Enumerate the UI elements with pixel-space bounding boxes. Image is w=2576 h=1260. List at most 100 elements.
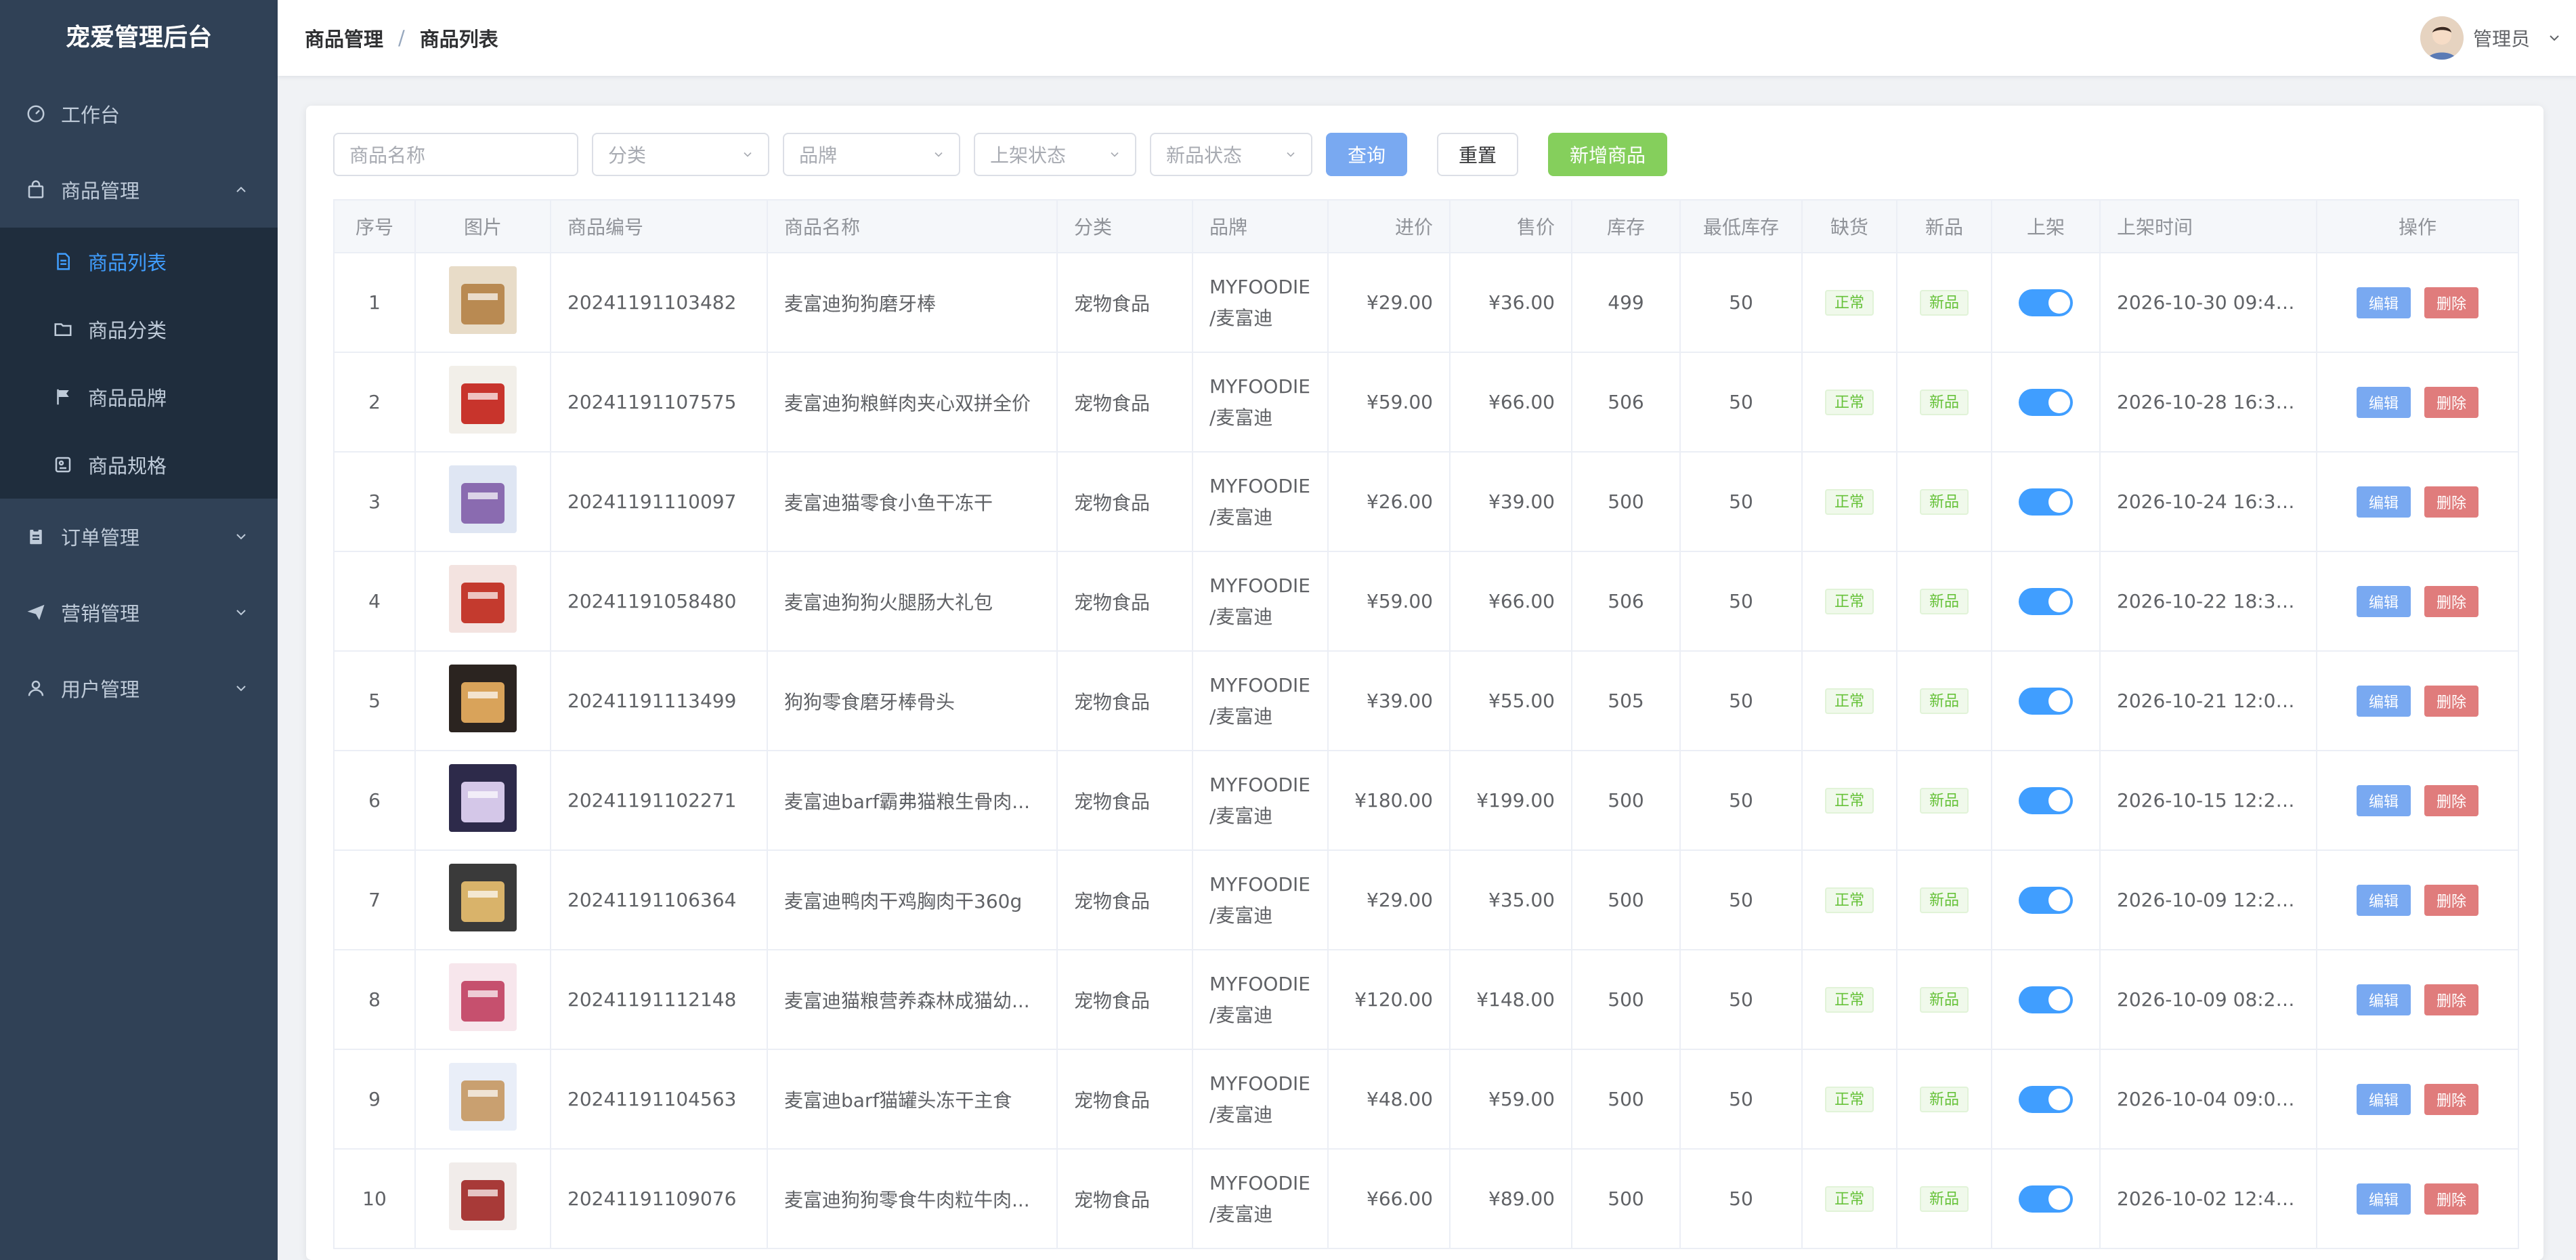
cell-actions: 编辑 删除: [2316, 1049, 2519, 1150]
cell-cost: ¥66.00: [1327, 1148, 1451, 1249]
on-shelf-toggle[interactable]: [2019, 1085, 2073, 1113]
cell-index: 1: [333, 252, 416, 353]
new-badge: 新品: [1919, 688, 1969, 714]
user-name[interactable]: 管理员: [2473, 24, 2530, 51]
chevron-down-icon[interactable]: [2546, 30, 2562, 46]
breadcrumb-item[interactable]: 商品管理: [305, 24, 383, 52]
sidebar-item-dashboard[interactable]: 工作台: [0, 76, 278, 152]
sidebar-item-product-list[interactable]: 商品列表: [0, 228, 278, 295]
edit-button[interactable]: 编辑: [2356, 984, 2411, 1015]
delete-button[interactable]: 删除: [2424, 486, 2479, 518]
product-thumbnail[interactable]: [449, 266, 517, 334]
delete-button[interactable]: 删除: [2424, 984, 2479, 1015]
cell-stock: 506: [1571, 551, 1681, 652]
product-thumbnail[interactable]: [449, 565, 517, 633]
new-badge: 新品: [1919, 1086, 1969, 1112]
sidebar-item-product-category[interactable]: 商品分类: [0, 295, 278, 363]
delete-button[interactable]: 删除: [2424, 1183, 2479, 1215]
sidebar-item-user-management[interactable]: 用户管理: [0, 650, 278, 726]
brand-select[interactable]: 品牌: [783, 133, 960, 176]
cell-image: [414, 750, 551, 851]
delete-button[interactable]: 删除: [2424, 784, 2479, 816]
col-header: 缺货: [1801, 199, 1897, 253]
sidebar-item-product-brand[interactable]: 商品品牌: [0, 363, 278, 431]
edit-button[interactable]: 编辑: [2356, 1083, 2411, 1115]
query-button[interactable]: 查询: [1326, 133, 1407, 176]
user-menu[interactable]: 管理员: [2420, 0, 2562, 76]
col-header: 分类: [1056, 199, 1193, 253]
cell-time: 2026-10-30 09:43:23: [2099, 252, 2317, 353]
cell-min-stock: 50: [1679, 451, 1803, 552]
brand-select-placeholder: 品牌: [799, 144, 838, 167]
cell-brand: MYFOODIE/麦富迪: [1192, 750, 1329, 851]
product-thumbnail[interactable]: [449, 864, 517, 931]
product-thumbnail[interactable]: [449, 366, 517, 434]
on-shelf-toggle[interactable]: [2019, 786, 2073, 814]
edit-button[interactable]: 编辑: [2356, 386, 2411, 418]
cell-name: 狗狗零食磨牙棒骨头: [767, 650, 1058, 751]
edit-button[interactable]: 编辑: [2356, 1183, 2411, 1215]
product-thumbnail[interactable]: [449, 963, 517, 1031]
on-shelf-toggle[interactable]: [2019, 687, 2073, 715]
brand-line: /麦富迪: [1209, 306, 1273, 329]
delete-button[interactable]: 删除: [2424, 386, 2479, 418]
cell-actions: 编辑 删除: [2316, 352, 2519, 453]
cell-code: 20241191102271: [550, 750, 768, 851]
avatar[interactable]: [2420, 16, 2464, 60]
delete-button[interactable]: 删除: [2424, 685, 2479, 717]
on-shelf-toggle[interactable]: [2019, 587, 2073, 615]
sidebar-item-marketing[interactable]: 营销管理: [0, 574, 278, 650]
edit-button[interactable]: 编辑: [2356, 486, 2411, 518]
reset-button[interactable]: 重置: [1437, 133, 1518, 176]
on-shelf-toggle[interactable]: [2019, 986, 2073, 1013]
on-shelf-toggle[interactable]: [2019, 886, 2073, 914]
product-thumbnail[interactable]: [449, 764, 517, 832]
edit-button[interactable]: 编辑: [2356, 784, 2411, 816]
on-shelf-toggle[interactable]: [2019, 388, 2073, 416]
category-select[interactable]: 分类: [592, 133, 769, 176]
category-select-placeholder: 分类: [608, 144, 647, 167]
sidebar-item-product-spec[interactable]: 商品规格: [0, 431, 278, 499]
col-header: 商品编号: [550, 199, 768, 253]
cell-name: 麦富迪barf猫罐头冻干主食: [767, 1049, 1058, 1150]
edit-button[interactable]: 编辑: [2356, 287, 2411, 318]
table-row: 2 20241191107575 麦富迪狗粮鲜肉夹心双拼全价 宠物食品 MYFOODIE…: [333, 352, 2519, 453]
cell-name: 麦富迪鸭肉干鸡胸肉干360g: [767, 849, 1058, 950]
new-badge: 新品: [1919, 986, 1969, 1013]
cell-stock: 500: [1571, 750, 1681, 851]
delete-button[interactable]: 删除: [2424, 884, 2479, 916]
sidebar-item-order-management[interactable]: 订单管理: [0, 499, 278, 574]
chevron-down-icon: [236, 610, 246, 616]
product-thumbnail[interactable]: [449, 1162, 517, 1230]
cell-image: [414, 849, 551, 950]
sidebar-item-product-management[interactable]: 商品管理: [0, 152, 278, 228]
shelf-status-select[interactable]: 上架状态: [974, 133, 1136, 176]
cell-min-stock: 50: [1679, 1148, 1803, 1249]
cell-min-stock: 50: [1679, 750, 1803, 851]
product-thumbnail[interactable]: [449, 665, 517, 732]
edit-button[interactable]: 编辑: [2356, 585, 2411, 617]
delete-button[interactable]: 删除: [2424, 585, 2479, 617]
shelf-status-placeholder: 上架状态: [990, 144, 1067, 167]
edit-button[interactable]: 编辑: [2356, 884, 2411, 916]
new-badge: 新品: [1919, 588, 1969, 614]
on-shelf-toggle[interactable]: [2019, 289, 2073, 316]
delete-button[interactable]: 删除: [2424, 287, 2479, 318]
edit-button[interactable]: 编辑: [2356, 685, 2411, 717]
product-name-input[interactable]: 商品名称: [333, 133, 578, 176]
product-thumbnail[interactable]: [449, 465, 517, 533]
sidebar-item-label: 用户管理: [61, 678, 140, 701]
on-shelf-toggle[interactable]: [2019, 488, 2073, 516]
cell-actions: 编辑 删除: [2316, 551, 2519, 652]
cell-time: 2026-10-04 09:06:39: [2099, 1049, 2317, 1150]
on-shelf-toggle[interactable]: [2019, 1185, 2073, 1213]
product-thumbnail[interactable]: [449, 1063, 517, 1131]
table-header-row: 序号 图片 商品编号 商品名称 分类 品牌 进价 售价 库存 最低库存 缺货 新…: [333, 199, 2519, 253]
cell-min-stock: 50: [1679, 849, 1803, 950]
new-status-select[interactable]: 新品状态: [1150, 133, 1312, 176]
delete-button[interactable]: 删除: [2424, 1083, 2479, 1115]
col-header: 品牌: [1192, 199, 1329, 253]
add-product-button[interactable]: 新增商品: [1548, 133, 1667, 176]
toggle-knob: [2048, 690, 2070, 712]
cell-new: 新品: [1896, 849, 1992, 950]
